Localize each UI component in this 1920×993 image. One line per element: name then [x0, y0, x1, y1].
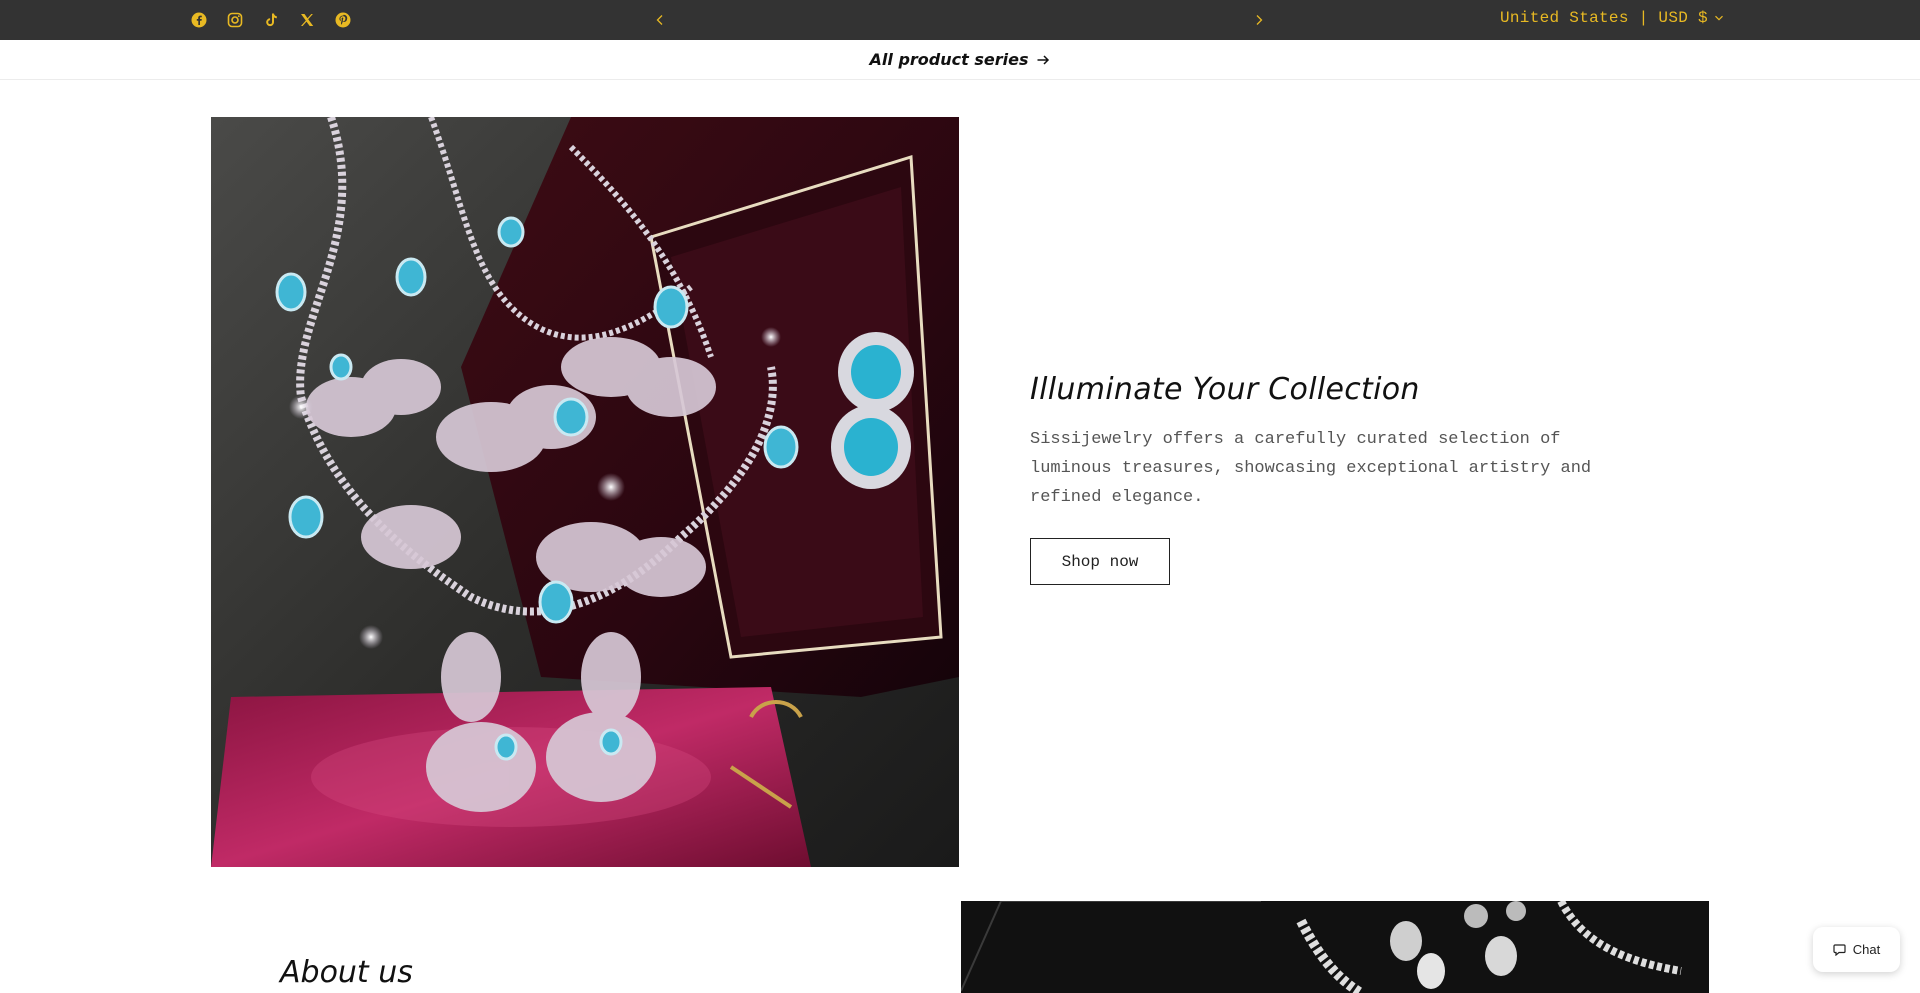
locale-label: United States | USD $: [1500, 9, 1708, 27]
hero-jewelry-image: [211, 117, 959, 867]
tiktok-icon[interactable]: [260, 9, 282, 31]
about-jewelry-image: [961, 901, 1709, 993]
social-links: [188, 9, 354, 31]
announcement-bar: United States | USD $: [0, 0, 1920, 40]
arrow-right-icon: [1037, 54, 1050, 65]
chevron-down-icon: [1715, 15, 1723, 21]
facebook-icon[interactable]: [188, 9, 210, 31]
chevron-left-icon: [656, 15, 663, 25]
chat-button[interactable]: Chat: [1813, 927, 1900, 972]
all-product-series-link[interactable]: All product series: [870, 50, 1051, 69]
country-currency-selector[interactable]: United States | USD $: [1500, 9, 1724, 27]
announcement-prev-button[interactable]: [648, 8, 672, 32]
announcement-next-button[interactable]: [1247, 8, 1271, 32]
secondary-nav: All product series: [0, 40, 1920, 80]
chat-bubble-icon: [1833, 944, 1846, 956]
about-us-title: About us: [280, 955, 413, 990]
chevron-right-icon: [1256, 15, 1263, 25]
hero-description: Sissijewelry offers a carefully curated …: [1030, 430, 1592, 507]
x-icon[interactable]: [296, 9, 318, 31]
shop-now-button[interactable]: Shop now: [1030, 538, 1170, 585]
pinterest-icon[interactable]: [332, 9, 354, 31]
instagram-icon[interactable]: [224, 9, 246, 31]
hero-text-block: Illuminate Your Collection Sissijewelry …: [1030, 372, 1650, 585]
hero-title: Illuminate Your Collection: [1030, 372, 1420, 407]
all-product-series-label: All product series: [869, 50, 1029, 69]
chat-label: Chat: [1852, 942, 1881, 957]
